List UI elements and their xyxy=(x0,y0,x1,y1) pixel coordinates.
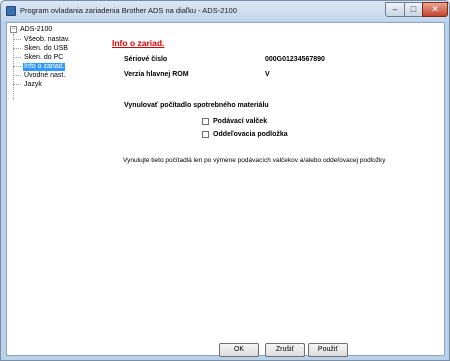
tree-item-label: Sken. do USB xyxy=(24,44,68,52)
tree-branch xyxy=(13,84,21,85)
tree-branch xyxy=(13,66,21,67)
reset-hint-text: Vynulujte tieto počítadlá len po výmene … xyxy=(123,157,386,164)
tree-item-label: Úvodné nast. xyxy=(24,71,66,79)
main-rom-version-label: Verzia hlavnej ROM xyxy=(124,71,189,78)
pickup-roller-label: Podávací valček xyxy=(213,118,268,125)
tree-item-label: Jazyk xyxy=(24,80,42,88)
apply-button[interactable]: Použiť xyxy=(308,343,348,357)
tree-item-label: Info o zariad. xyxy=(23,62,66,71)
pickup-roller-checkbox[interactable] xyxy=(202,118,209,125)
serial-number-value: 000G01234567890 xyxy=(265,56,325,63)
tree-item-scan-to-pc[interactable]: Sken. do PC xyxy=(13,53,64,62)
tree-branch xyxy=(13,75,21,76)
maximize-button[interactable]: □ xyxy=(404,2,423,17)
cancel-button[interactable]: Zrušiť xyxy=(265,343,305,357)
separation-pad-checkbox[interactable] xyxy=(202,131,209,138)
app-window: Program ovladania zariadenia Brother ADS… xyxy=(0,0,450,361)
tree-item-label: Sken. do PC xyxy=(24,53,64,61)
separation-pad-checkbox-row[interactable]: Oddeľovacia podložka xyxy=(202,131,288,138)
client-area: − ADS-2100 Všeob. nastav. Sken. do USB S… xyxy=(6,22,445,356)
serial-number-label: Sériové číslo xyxy=(124,56,168,63)
tree-branch xyxy=(13,39,21,40)
page-title: Info o zariad. xyxy=(112,38,165,48)
title-bar[interactable]: Program ovladania zariadenia Brother ADS… xyxy=(1,1,449,21)
ok-button[interactable]: OK xyxy=(219,343,259,357)
separation-pad-label: Oddeľovacia podložka xyxy=(213,131,288,138)
tree-root[interactable]: − ADS-2100 xyxy=(10,25,52,34)
tree-item-general-settings[interactable]: Všeob. nastav. xyxy=(13,35,71,44)
tree-root-label: ADS-2100 xyxy=(20,26,53,33)
tree-branch xyxy=(13,48,21,49)
tree-item-device-info[interactable]: Info o zariad. xyxy=(13,62,66,71)
tree-item-initial-setup[interactable]: Úvodné nast. xyxy=(13,71,66,80)
tree-branch xyxy=(13,57,21,58)
pickup-roller-checkbox-row[interactable]: Podávací valček xyxy=(202,118,267,125)
collapse-icon[interactable]: − xyxy=(10,26,17,33)
app-icon xyxy=(6,6,16,16)
settings-tree: − ADS-2100 Všeob. nastav. Sken. do USB S… xyxy=(10,25,100,335)
tree-item-language[interactable]: Jazyk xyxy=(13,80,43,89)
window-title: Program ovladania zariadenia Brother ADS… xyxy=(20,6,237,15)
tree-item-label: Všeob. nastav. xyxy=(24,35,70,43)
close-button[interactable]: ✕ xyxy=(422,2,448,17)
main-rom-version-value: V xyxy=(265,71,270,78)
tree-item-scan-to-usb[interactable]: Sken. do USB xyxy=(13,44,69,53)
reset-counter-heading: Vynulovať počítadlo spotrebného materiál… xyxy=(124,102,269,109)
minimize-button[interactable]: – xyxy=(385,2,405,17)
